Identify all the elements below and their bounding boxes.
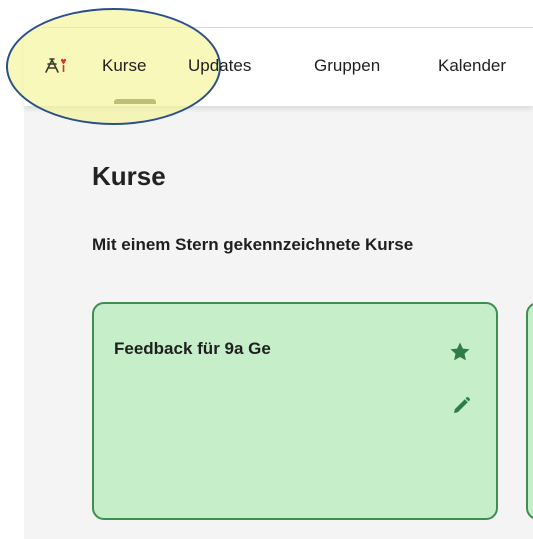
nav-item-updates[interactable]: Updates bbox=[188, 56, 251, 76]
nav-item-kalender[interactable]: Kalender bbox=[438, 56, 506, 76]
course-card[interactable]: Feedback für 9a Ge bbox=[92, 302, 498, 520]
page: Kurse Updates Gruppen Kalender Kurse Mit… bbox=[0, 0, 533, 539]
active-tab-indicator bbox=[114, 99, 156, 104]
starred-courses-heading: Mit einem Stern gekennzeichnete Kurse bbox=[92, 235, 414, 254]
page-title: Kurse bbox=[92, 161, 166, 191]
star-icon[interactable] bbox=[448, 340, 472, 364]
school-logo-icon[interactable] bbox=[44, 56, 70, 74]
course-title: Feedback für 9a Ge bbox=[114, 339, 271, 358]
nav-item-kurse[interactable]: Kurse bbox=[102, 56, 146, 76]
pencil-icon[interactable] bbox=[451, 396, 471, 416]
nav-item-gruppen[interactable]: Gruppen bbox=[314, 56, 380, 76]
course-card-partial[interactable] bbox=[526, 302, 533, 520]
